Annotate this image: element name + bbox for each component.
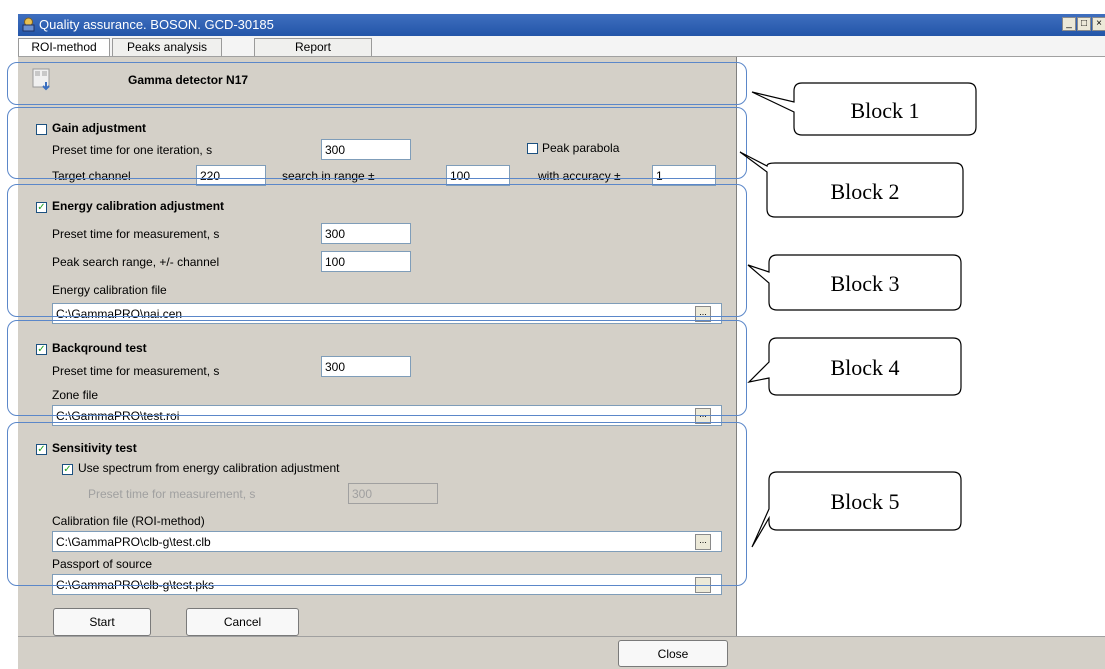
callout-layer: Block 1 Block 2 Block 3 Block 4 Block 5 [739, 82, 977, 548]
callout-5-label: Block 5 [830, 489, 899, 514]
callout-1-label: Block 1 [850, 98, 919, 123]
callout-4-label: Block 4 [830, 355, 899, 380]
callout-3-label: Block 3 [830, 271, 899, 296]
callout-2-label: Block 2 [830, 179, 899, 204]
